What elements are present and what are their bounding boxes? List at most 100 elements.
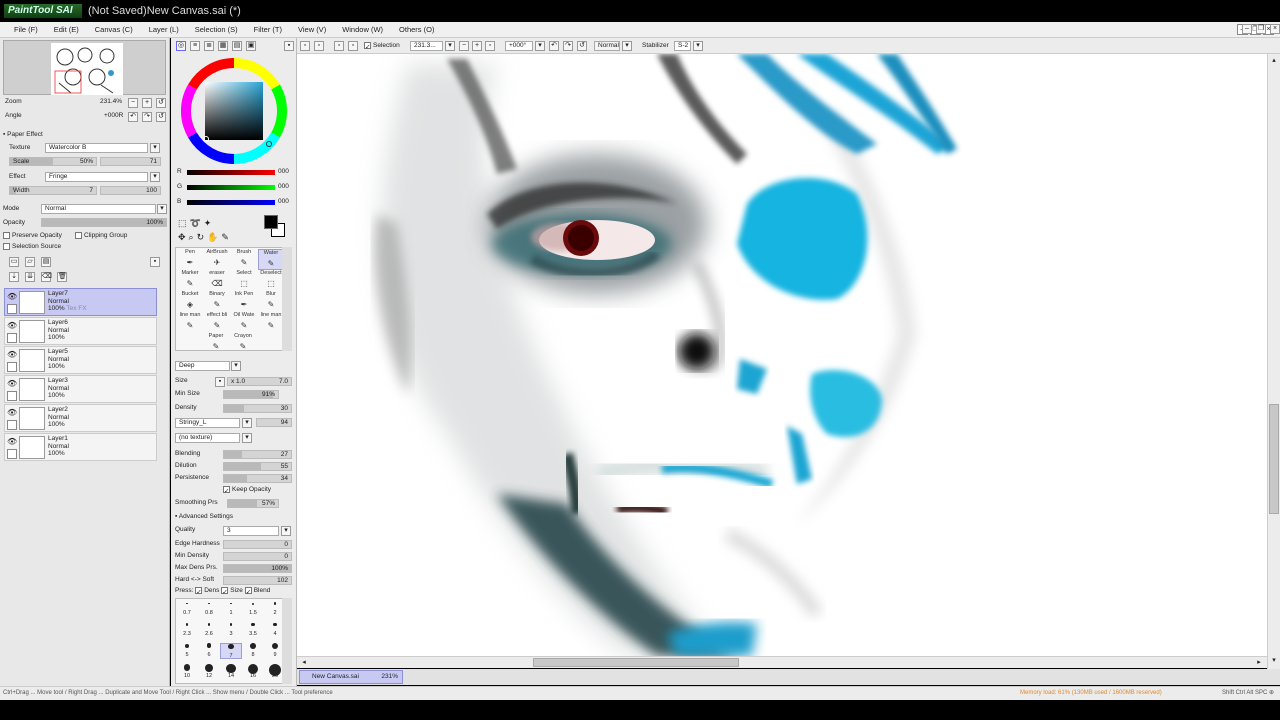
primary-color-swatch[interactable]: [264, 215, 278, 229]
effect-select[interactable]: Fringe: [45, 172, 148, 182]
tool-ink-pen[interactable]: Ink Pen ✒: [231, 291, 257, 312]
scroll-up-icon[interactable]: ▴: [1269, 56, 1279, 66]
edge-hardness-slider[interactable]: 0: [223, 540, 292, 549]
eye-icon[interactable]: 👁: [7, 437, 17, 447]
scroll-left-icon[interactable]: ◂: [299, 658, 309, 668]
transfer-down-icon[interactable]: ⇣: [9, 272, 19, 282]
tool-line-man[interactable]: line man ✎: [177, 312, 203, 333]
brush-size-preset[interactable]: 7: [220, 643, 242, 659]
brush-size-preset[interactable]: 1: [220, 601, 242, 617]
press-dens-checkbox[interactable]: ✓ Dens: [195, 587, 219, 596]
rotate-reset-icon[interactable]: ↺: [577, 41, 587, 51]
brush-size-preset[interactable]: 8: [242, 643, 264, 659]
canvas-close-icon[interactable]: ×: [1270, 24, 1280, 34]
merge-down-icon[interactable]: ⇊: [25, 272, 35, 282]
hard-soft-slider[interactable]: 102: [223, 576, 292, 585]
brush-size-preset[interactable]: 3.5: [242, 622, 264, 638]
texture1-select[interactable]: Stringy_L: [175, 418, 240, 428]
width-max-slider[interactable]: 100: [100, 186, 161, 195]
canvas-horizontal-scrollbar[interactable]: ◂ ▸: [297, 656, 1267, 668]
scroll-down-icon[interactable]: ▾: [1269, 656, 1279, 666]
layer-item[interactable]: 👁 Layer6 Normal 100%: [4, 317, 157, 345]
max-dens-slider[interactable]: 100%: [223, 564, 292, 573]
brush-size-preset[interactable]: 0.8: [198, 601, 220, 617]
hsv-slider-mode-icon[interactable]: ≣: [204, 41, 214, 51]
press-blend-checkbox[interactable]: ✓ Blend: [244, 587, 270, 596]
brush-size-preset[interactable]: 10: [176, 664, 198, 680]
eye-icon[interactable]: 👁: [7, 321, 17, 331]
eye-icon[interactable]: 👁: [7, 379, 17, 389]
tool-airbrush[interactable]: AirBrush ✈: [204, 249, 230, 270]
brush-size-scrollbar[interactable]: [282, 598, 292, 684]
menu-selection[interactable]: Selection (S): [187, 22, 246, 37]
zoom-reset-button[interactable]: ↺: [156, 98, 166, 108]
canvas-tab[interactable]: New Canvas.sai 231%: [299, 670, 403, 684]
menu-others[interactable]: Others (O): [391, 22, 442, 37]
brush-size-preset[interactable]: 5: [176, 643, 198, 659]
selection-show-icon[interactable]: ▫: [334, 41, 344, 51]
tools-panel-menu-icon[interactable]: ▪: [284, 41, 294, 51]
blend-mode-select[interactable]: Normal: [41, 204, 156, 214]
color-wheel-mode-icon[interactable]: ◎: [176, 41, 186, 51]
drawing-canvas[interactable]: [297, 54, 1267, 656]
new-linework-layer-icon[interactable]: ▱: [25, 257, 35, 267]
rotate-ccw-icon[interactable]: ↶: [549, 41, 559, 51]
brush-size-preset[interactable]: 16: [242, 664, 264, 680]
eye-icon[interactable]: 👁: [7, 292, 17, 302]
effect-dropdown-icon[interactable]: ▾: [150, 172, 160, 182]
brush-size-preset[interactable]: 0.7: [176, 601, 198, 617]
tool-bucket[interactable]: Bucket ◈: [177, 291, 203, 312]
menu-view[interactable]: View (V): [290, 22, 334, 37]
rgb-slider-mode-icon[interactable]: ≡: [190, 41, 200, 51]
red-value[interactable]: 000: [278, 168, 289, 175]
tool-grid-scrollbar[interactable]: [282, 247, 292, 351]
brush-shape-dropdown-icon[interactable]: ▾: [231, 361, 241, 371]
rotate-right-button[interactable]: ↷: [142, 112, 152, 122]
min-size-slider[interactable]: 91%: [223, 390, 279, 399]
tool-eraser[interactable]: eraser ⌫: [204, 270, 230, 291]
angle-select[interactable]: +000°: [505, 41, 533, 51]
eyedropper-icon[interactable]: ✎: [221, 232, 232, 242]
menu-file[interactable]: File (F): [6, 22, 46, 37]
layer-lock-checkbox[interactable]: [7, 449, 17, 459]
selection-checkbox[interactable]: ✓ Selection: [364, 41, 400, 51]
tool-oil-wate[interactable]: Oil Wate ✎: [231, 312, 257, 333]
scale-value-slider[interactable]: 71: [100, 157, 161, 166]
texture1-amount-slider[interactable]: 94: [256, 418, 292, 427]
tool-select[interactable]: Select ⬚: [231, 270, 257, 291]
layer-item[interactable]: 👁 Layer5 Normal 100%: [4, 346, 157, 374]
layer-item[interactable]: 👁 Layer2 Normal 100%: [4, 404, 157, 432]
scratchpad-mode-icon[interactable]: ▤: [232, 41, 242, 51]
layer-lock-checkbox[interactable]: [7, 420, 17, 430]
scale-slider[interactable]: Scale 50%: [9, 157, 97, 166]
opacity-slider[interactable]: 100%: [41, 218, 167, 227]
color-history-mode-icon[interactable]: ▣: [246, 41, 256, 51]
lasso-icon[interactable]: ➰: [190, 218, 204, 228]
tool-brush[interactable]: Brush ✎: [231, 249, 257, 270]
preserve-opacity-checkbox[interactable]: Preserve Opacity: [3, 231, 62, 241]
quality-dropdown-icon[interactable]: ▾: [281, 526, 291, 536]
blend-mode-dropdown-icon[interactable]: ▾: [157, 204, 167, 214]
rotate-icon[interactable]: ↻: [197, 232, 208, 242]
brush-size-preset[interactable]: 12: [198, 664, 220, 680]
zoom-out-icon[interactable]: −: [459, 41, 469, 51]
rotate-left-button[interactable]: ↶: [128, 112, 138, 122]
brush-size-preset[interactable]: 1.5: [242, 601, 264, 617]
layer-lock-checkbox[interactable]: [7, 304, 17, 314]
selection-hide-icon[interactable]: ▫: [348, 41, 358, 51]
brush-size-preset[interactable]: 3: [220, 622, 242, 638]
canvas-blend-mode[interactable]: Normal: [594, 41, 620, 51]
brush-size-preset[interactable]: 2.3: [176, 622, 198, 638]
menu-edit[interactable]: Edit (E): [46, 22, 87, 37]
tool-pen[interactable]: Pen ✒: [177, 249, 203, 270]
hand-icon[interactable]: ✋: [207, 232, 221, 242]
brush-size-preset[interactable]: 6: [198, 643, 220, 659]
magic-wand-icon[interactable]: ✦: [204, 218, 215, 228]
smoothing-slider[interactable]: 57%: [227, 499, 279, 508]
invert-selection-icon[interactable]: ▫: [314, 41, 324, 51]
zoom-fit-icon[interactable]: ▫: [485, 41, 495, 51]
zoom-dropdown-icon[interactable]: ▾: [445, 41, 455, 51]
scroll-right-icon[interactable]: ▸: [1254, 658, 1264, 668]
layer-panel-menu-icon[interactable]: ▪: [150, 257, 160, 267]
clear-layer-icon[interactable]: ⌫: [41, 272, 52, 282]
